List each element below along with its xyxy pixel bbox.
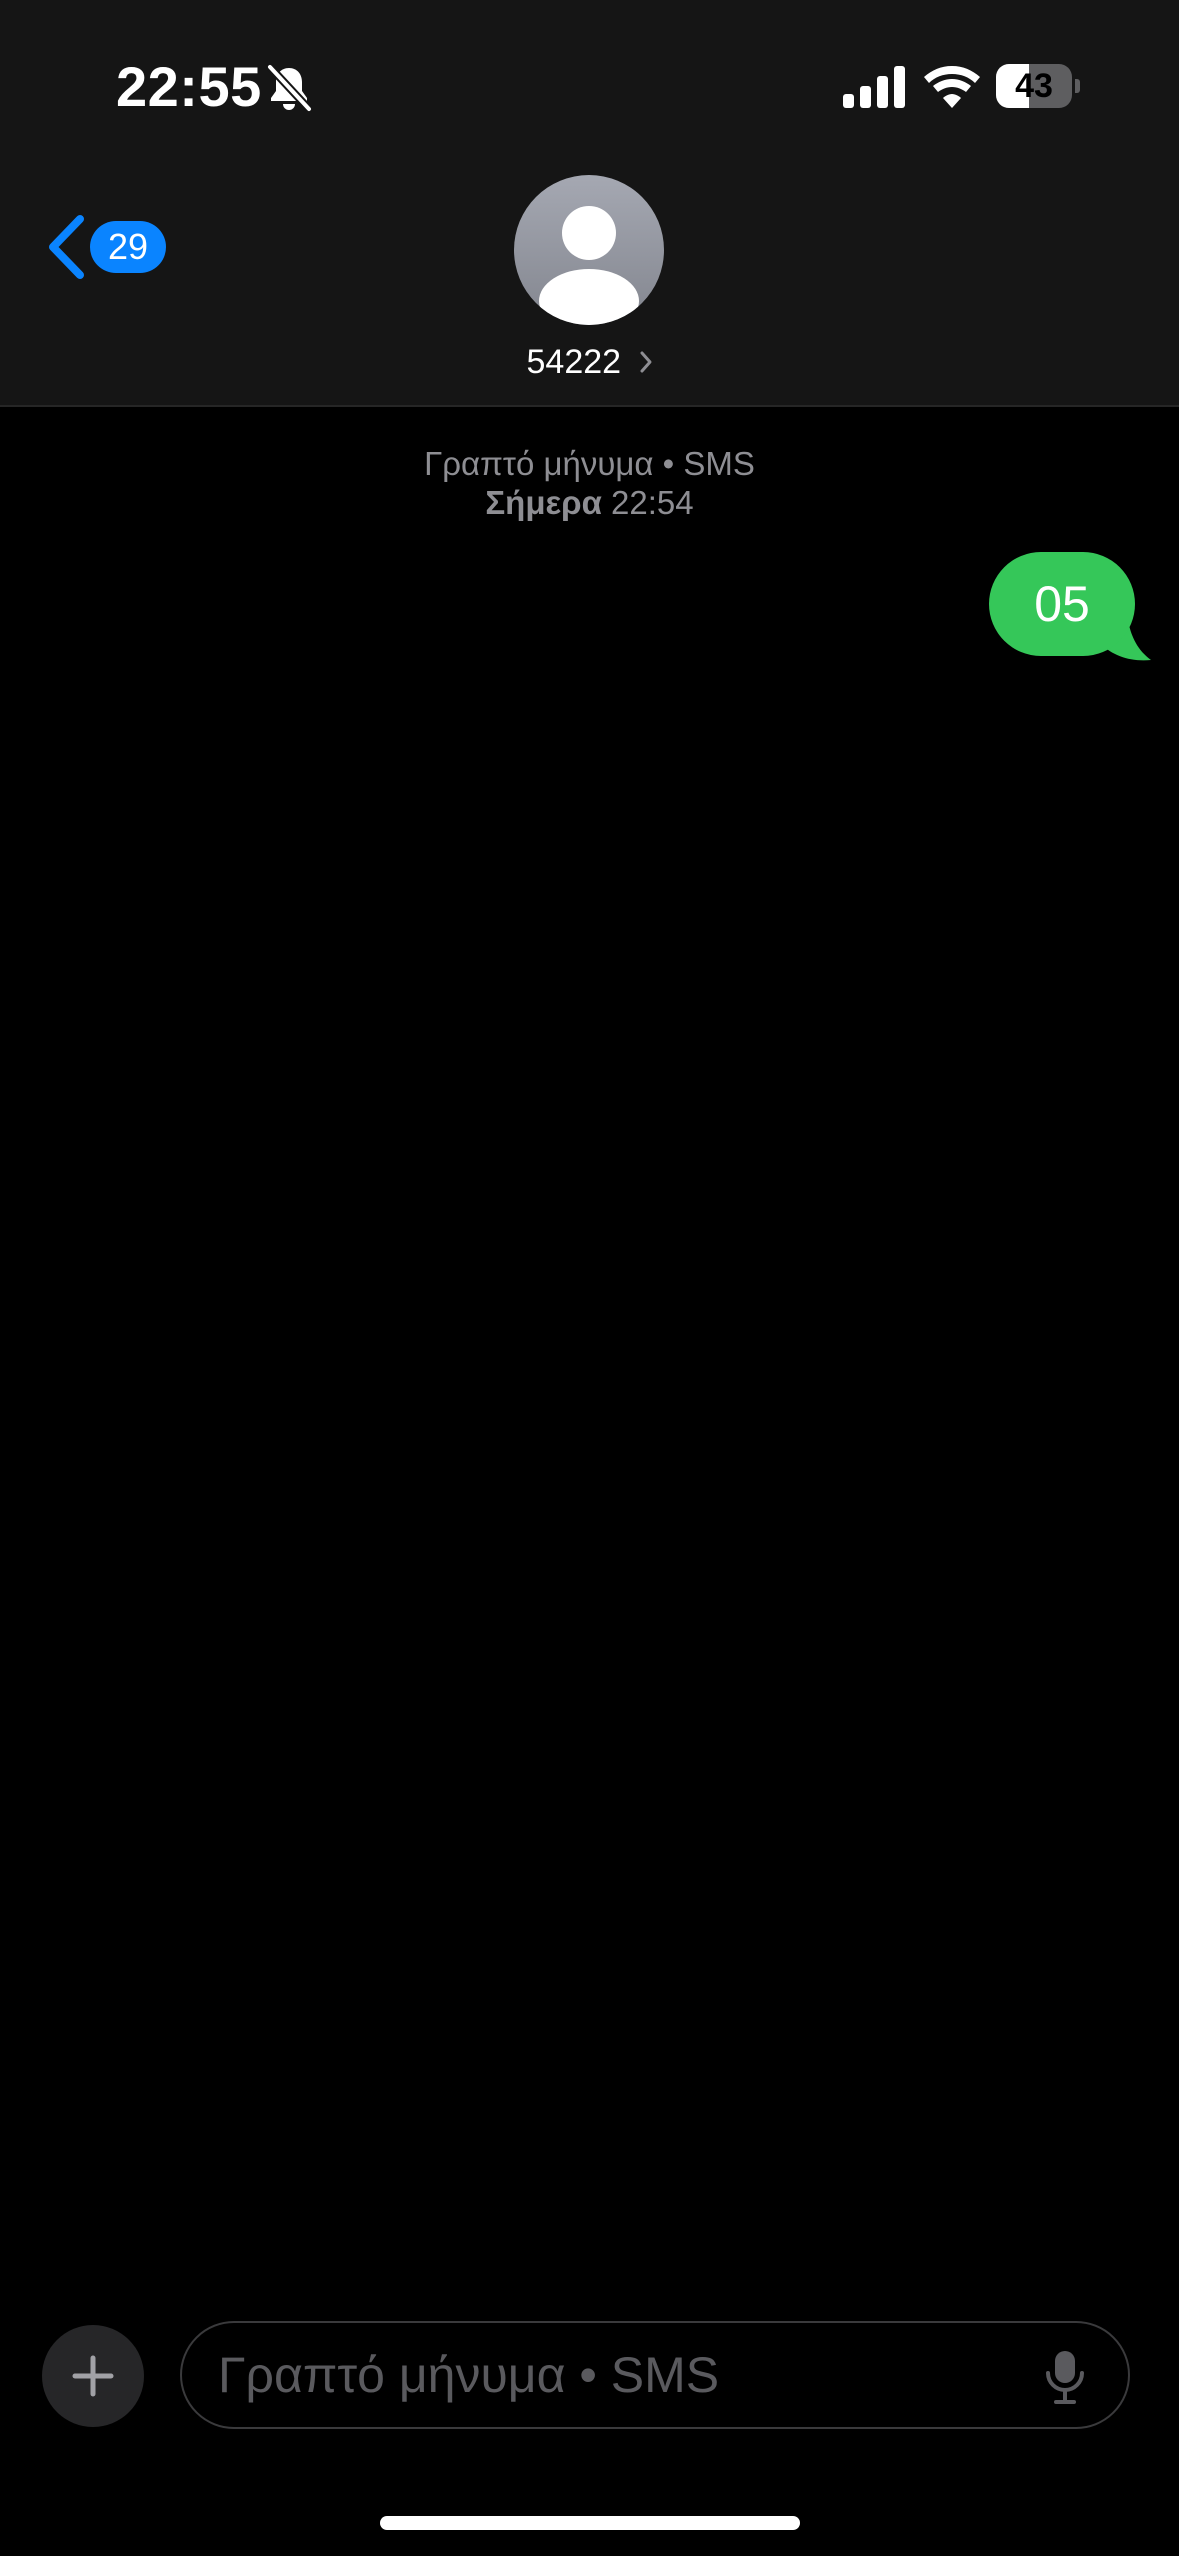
battery-level: 43 — [1015, 67, 1053, 105]
status-time: 22:55 — [116, 55, 262, 118]
message-sent[interactable]: 05 — [989, 552, 1151, 662]
microphone-icon[interactable] — [1044, 2349, 1086, 2405]
message-bubble: 05 — [989, 552, 1135, 656]
service-label: Γραπτό μήνυμα • SMS — [424, 445, 755, 482]
back-button[interactable]: 29 — [44, 212, 166, 282]
message-input[interactable] — [218, 2323, 1008, 2427]
chevron-left-icon — [49, 215, 84, 279]
home-indicator[interactable] — [380, 2516, 800, 2530]
contact-details-link[interactable]: 54222 — [0, 336, 1179, 386]
person-icon — [514, 175, 664, 325]
wifi-icon — [924, 66, 980, 108]
battery-icon: 43 — [996, 64, 1080, 108]
contact-avatar[interactable] — [514, 175, 664, 325]
message-input-container — [180, 2321, 1130, 2429]
plus-icon — [72, 2355, 114, 2397]
cellular-signal-icon — [843, 66, 905, 108]
timestamp-time: 22:54 — [611, 484, 694, 521]
battery-body: 43 — [996, 64, 1072, 108]
unread-count-badge: 29 — [90, 221, 166, 273]
timestamp: Σήμερα 22:54 — [0, 483, 1179, 523]
contact-name: 54222 — [526, 343, 622, 382]
chevron-right-icon — [640, 351, 651, 373]
battery-cap — [1075, 79, 1080, 93]
bell-slash-icon — [266, 64, 312, 112]
timestamp-day: Σήμερα — [485, 484, 602, 521]
add-attachment-button[interactable] — [42, 2325, 144, 2427]
header: 22:55 43 29 54222 — [0, 0, 1179, 407]
